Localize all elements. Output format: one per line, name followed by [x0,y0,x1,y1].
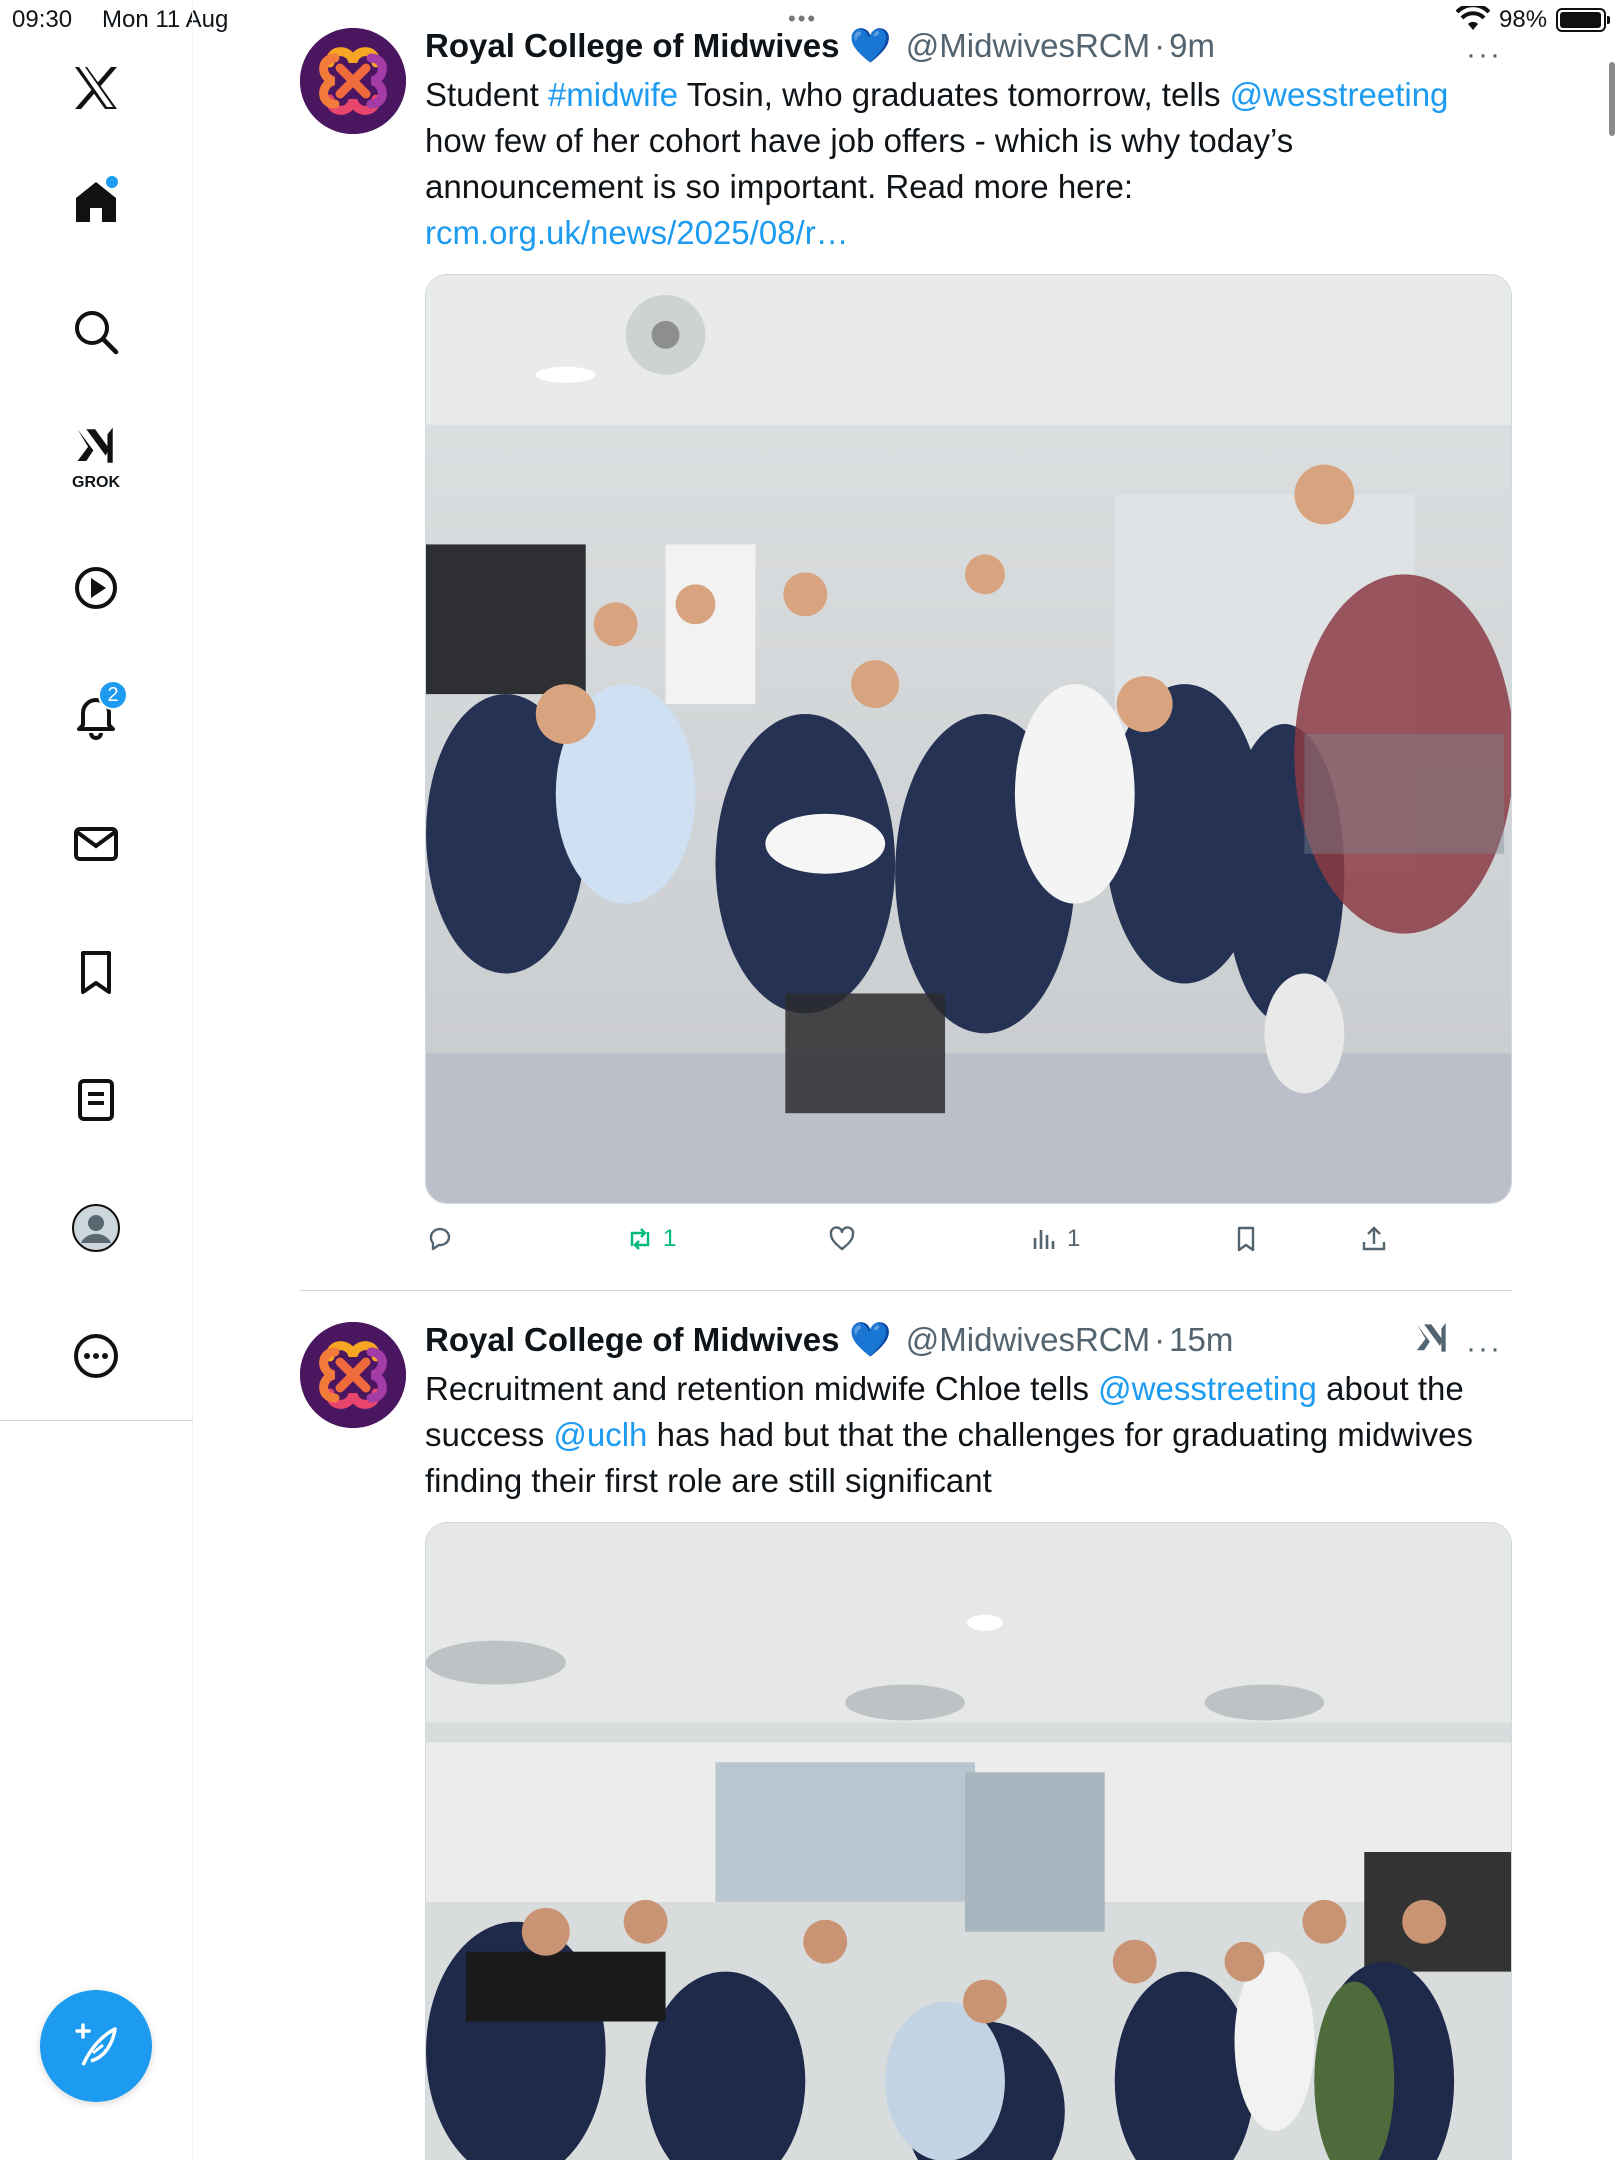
tweet-text-segment: how few of her cohort have job offers - … [425,122,1294,205]
retweet-button[interactable]: 1 [625,1224,676,1254]
author-name[interactable]: Royal College of Midwives [425,1321,839,1359]
more-options-icon[interactable]: ··· [1466,38,1502,72]
sidebar-item-more[interactable] [56,1316,136,1396]
more-icon [74,1334,118,1378]
bookmark-icon [1237,1226,1255,1252]
share-button[interactable] [1359,1224,1389,1254]
header-separator: · [1154,1321,1166,1358]
sidebar: GROK 2 [0,0,193,2160]
reply-icon [429,1227,451,1251]
bookmark-icon [81,951,111,994]
sidebar-item-grok[interactable]: GROK [56,416,136,496]
tweet-header: Royal College of Midwives 💙 @MidwivesRCM… [425,1318,1233,1362]
sidebar-item-search[interactable] [56,292,136,372]
sidebar-item-notifications[interactable]: 2 [56,676,136,756]
tweet-avatar[interactable] [300,1322,406,1428]
play-icon [75,567,117,609]
avatar-icon [72,1204,120,1252]
reply-button[interactable] [425,1224,463,1254]
article-url-link[interactable]: rcm.org.uk/news/2025/08/r… [425,214,849,251]
notification-badge: 2 [98,680,128,710]
compose-feather-icon [75,2023,117,2066]
sidebar-item-home[interactable] [56,162,136,242]
views-button[interactable]: 1 [1029,1224,1080,1254]
x-logo-icon[interactable] [56,48,136,128]
mention-link[interactable]: @wesstreeting [1230,76,1449,113]
tweet-timestamp[interactable]: 9m [1169,27,1215,65]
tweet-timestamp[interactable]: 15m [1169,1321,1233,1359]
tweet-avatar[interactable] [300,28,406,134]
tweet-text: Student #midwife Tosin, who graduates to… [425,72,1515,256]
sidebar-item-messages[interactable] [56,804,136,884]
tweet-header: Royal College of Midwives 💙 @MidwivesRCM… [425,24,1215,68]
retweet-icon [630,1228,650,1250]
grok-label: GROK [72,474,120,491]
sidebar-item-lists[interactable] [56,1060,136,1140]
sidebar-divider [0,1420,193,1421]
header-separator: · [1154,27,1166,64]
tweet-photo[interactable] [425,1522,1512,2160]
views-bar-chart-icon [1033,1230,1055,1249]
home-unread-dot [106,176,118,188]
author-name[interactable]: Royal College of Midwives [425,27,839,65]
mention-link[interactable]: @uclh [553,1416,647,1453]
battery-icon [1556,8,1610,32]
author-handle[interactable]: @MidwivesRCM [906,27,1150,65]
sidebar-item-bookmarks[interactable] [56,932,136,1012]
heart-icon [829,1226,855,1251]
mention-link[interactable]: @wesstreeting [1098,1370,1317,1407]
tweet[interactable]: Royal College of Midwives 💙 @MidwivesRCM… [300,24,1512,1292]
mail-icon [74,827,118,861]
verified-heart-icon: 💙 [849,1321,892,1359]
tweet-text-segment: Student [425,76,548,113]
bookmark-button[interactable] [1231,1224,1261,1254]
tweet-text-segment: Recruitment and retention midwife Chloe … [425,1370,1099,1407]
sidebar-item-profile[interactable] [56,1188,136,1268]
views-count: 1 [1067,1225,1081,1252]
list-icon [78,1079,114,1121]
tweet-text: Recruitment and retention midwife Chloe … [425,1366,1515,1504]
sidebar-item-videos[interactable] [56,548,136,628]
author-handle[interactable]: @MidwivesRCM [906,1321,1150,1359]
search-icon [75,311,119,355]
grok-icon [77,427,113,463]
compose-button[interactable] [40,1990,152,2102]
hashtag-link[interactable]: #midwife [548,76,678,113]
tweet-photo[interactable] [425,274,1512,1204]
like-button[interactable] [827,1224,865,1254]
scroll-indicator[interactable] [1609,62,1615,136]
more-options-icon[interactable]: ··· [1466,1332,1502,1366]
tweet-divider [300,1290,1512,1291]
grok-icon[interactable] [1414,1320,1450,1361]
verified-heart-icon: 💙 [849,27,892,65]
retweet-count: 1 [663,1225,677,1252]
tweet[interactable]: Royal College of Midwives 💙 @MidwivesRCM… [300,1318,1512,2160]
tweet-actions: 1 1 [425,1224,1425,1264]
tweet-text-segment: Tosin, who graduates tomorrow, tells [678,76,1230,113]
share-icon [1362,1226,1386,1251]
